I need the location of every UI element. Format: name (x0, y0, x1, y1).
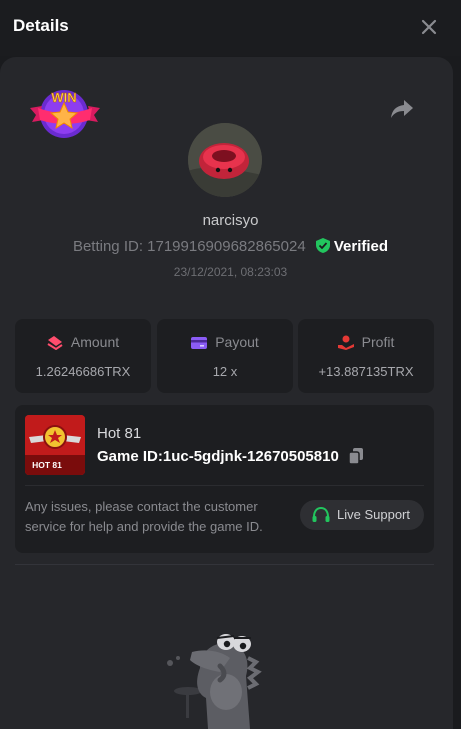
crocodile-mascot-icon (167, 634, 262, 729)
game-id-row: Game ID:1uc-5gdjnk-12670505810 (97, 448, 363, 465)
card-divider (25, 485, 424, 486)
share-icon[interactable] (390, 98, 414, 120)
payout-card: Payout 12 x (157, 319, 293, 393)
verified-label: Verified (333, 238, 389, 255)
profit-value: +13.887135TRX (318, 364, 414, 379)
page-title: Details (13, 16, 69, 35)
amount-card: Amount 1.26246686TRX (15, 319, 151, 393)
svg-text:HOT 81: HOT 81 (32, 460, 62, 470)
avatar-image (188, 123, 262, 197)
verified-shield-icon (315, 238, 330, 253)
game-card: HOT 81 Hot 81 Game ID:1uc-5gdjnk-1267050… (15, 405, 434, 553)
game-id-value: 1uc-5gdjnk-12670505810 (162, 448, 339, 465)
game-id-label: Game ID: (97, 448, 163, 465)
bet-timestamp: 23/12/2021, 08:23:03 (173, 265, 288, 279)
payout-value: 12 x (212, 364, 238, 379)
support-message: Any issues, please contact the customer … (25, 499, 263, 534)
close-button[interactable] (418, 16, 440, 38)
game-logo: HOT 81 (25, 415, 85, 475)
betting-id-row: Betting ID: 1719916909682865024 Verified (0, 238, 461, 255)
profit-header: Profit (298, 334, 434, 350)
live-support-label: Live Support (337, 507, 410, 522)
amount-value: 1.26246686TRX (35, 364, 131, 379)
game-name: Hot 81 (97, 425, 142, 442)
svg-text:WIN: WIN (51, 90, 76, 105)
payout-card-icon (191, 337, 208, 349)
close-icon (421, 19, 437, 35)
amount-header: Amount (15, 334, 151, 351)
copy-icon[interactable] (348, 448, 363, 464)
profit-card: Profit +13.887135TRX (298, 319, 434, 393)
username: narcisyo (202, 212, 259, 229)
header-bar: Details (0, 0, 461, 56)
amount-icon (47, 336, 63, 351)
payout-header: Payout (157, 334, 293, 350)
live-support-button[interactable]: Live Support (300, 500, 424, 530)
profit-icon (337, 335, 354, 350)
game-thumbnail[interactable]: HOT 81 (25, 415, 85, 475)
win-badge-icon: WIN (30, 90, 100, 138)
headset-icon (312, 507, 330, 522)
section-divider (15, 564, 434, 565)
betting-id: Betting ID: 1719916909682865024 (72, 238, 306, 255)
avatar (188, 123, 262, 197)
